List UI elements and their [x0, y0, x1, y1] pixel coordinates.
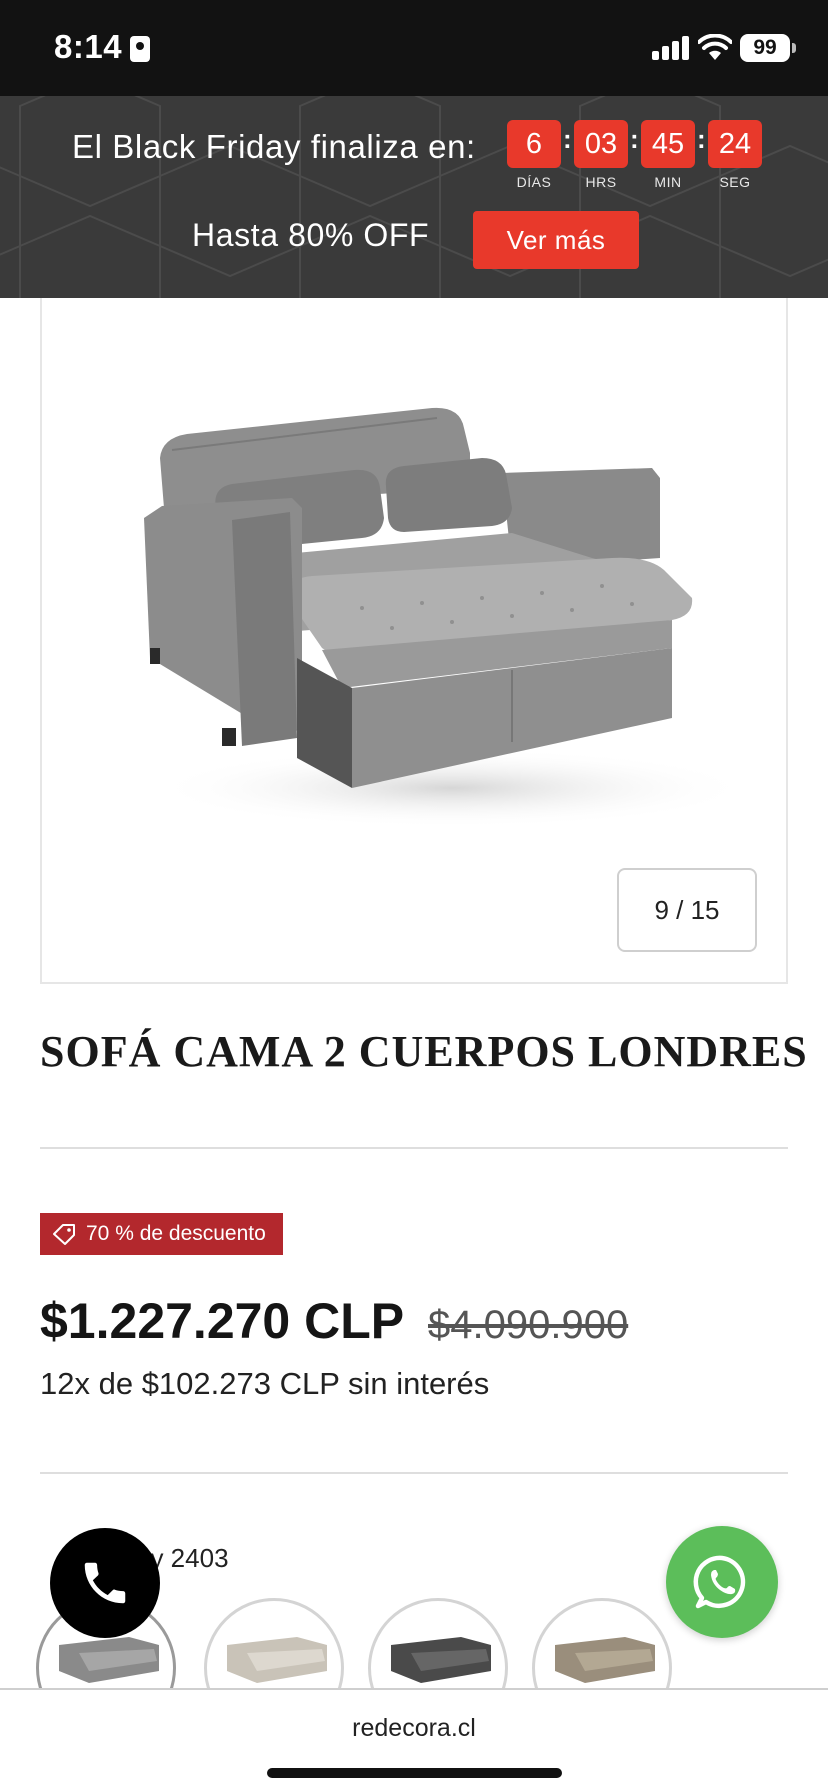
countdown-minutes: 45: [641, 120, 695, 168]
product-title: SOFÁ CAMA 2 CUERPOS LONDRES: [40, 1027, 808, 1076]
ver-mas-button[interactable]: Ver más: [473, 211, 639, 269]
swatch-sofa-thumbnail: [227, 1637, 327, 1683]
whatsapp-icon: [693, 1555, 746, 1609]
countdown-hours-label: HRS: [585, 174, 617, 190]
countdown-days-label: DÍAS: [516, 174, 552, 190]
promo-subtitle: Hasta 80% OFF: [192, 217, 430, 253]
discount-text: 70 % de descuento: [86, 1222, 266, 1245]
countdown-hours: 03: [574, 120, 628, 168]
contact-card-icon: [130, 36, 150, 62]
cellular-signal-icon: [652, 36, 690, 60]
current-price: $1.227.270 CLP: [40, 1293, 405, 1349]
gallery-counter: 9 / 15: [617, 868, 757, 952]
status-time: 8:14: [54, 28, 123, 65]
countdown-minutes-label: MIN: [654, 174, 682, 190]
url-text[interactable]: redecora.cl: [0, 1714, 828, 1743]
phone-icon: [84, 1562, 126, 1604]
wifi-icon: [698, 34, 732, 60]
swatch-sofa-thumbnail: [555, 1637, 655, 1683]
discount-badge: 70 % de descuento: [40, 1213, 283, 1255]
status-bar: 8:14 99: [0, 0, 828, 96]
countdown-days: 6: [507, 120, 561, 168]
call-button[interactable]: [50, 1528, 160, 1638]
countdown-seconds-label: SEG: [719, 174, 751, 190]
browser-url-bar[interactable]: redecora.cl: [0, 1688, 828, 1792]
battery-icon: 99: [740, 34, 796, 62]
divider: [40, 1472, 788, 1474]
countdown-separator: :: [630, 124, 639, 154]
product-image-gallery[interactable]: 9 / 15: [40, 298, 788, 984]
home-indicator[interactable]: [267, 1768, 562, 1778]
promo-title: El Black Friday finaliza en:: [72, 128, 476, 165]
countdown-separator: :: [563, 124, 572, 154]
tag-icon: [53, 1224, 75, 1245]
black-friday-banner: El Black Friday finaliza en: 6 DÍAS : 03…: [0, 96, 828, 298]
divider: [40, 1147, 788, 1149]
installments-text: 12x de $102.273 CLP sin interés: [40, 1366, 490, 1401]
swatch-sofa-thumbnail: [391, 1637, 491, 1683]
swatch-sofa-thumbnail: [59, 1637, 159, 1683]
sofa-bed-image: [144, 407, 752, 828]
countdown-separator: :: [697, 124, 706, 154]
countdown-seconds: 24: [708, 120, 762, 168]
original-price: $4.090.900: [428, 1303, 629, 1347]
whatsapp-button[interactable]: [666, 1526, 778, 1638]
